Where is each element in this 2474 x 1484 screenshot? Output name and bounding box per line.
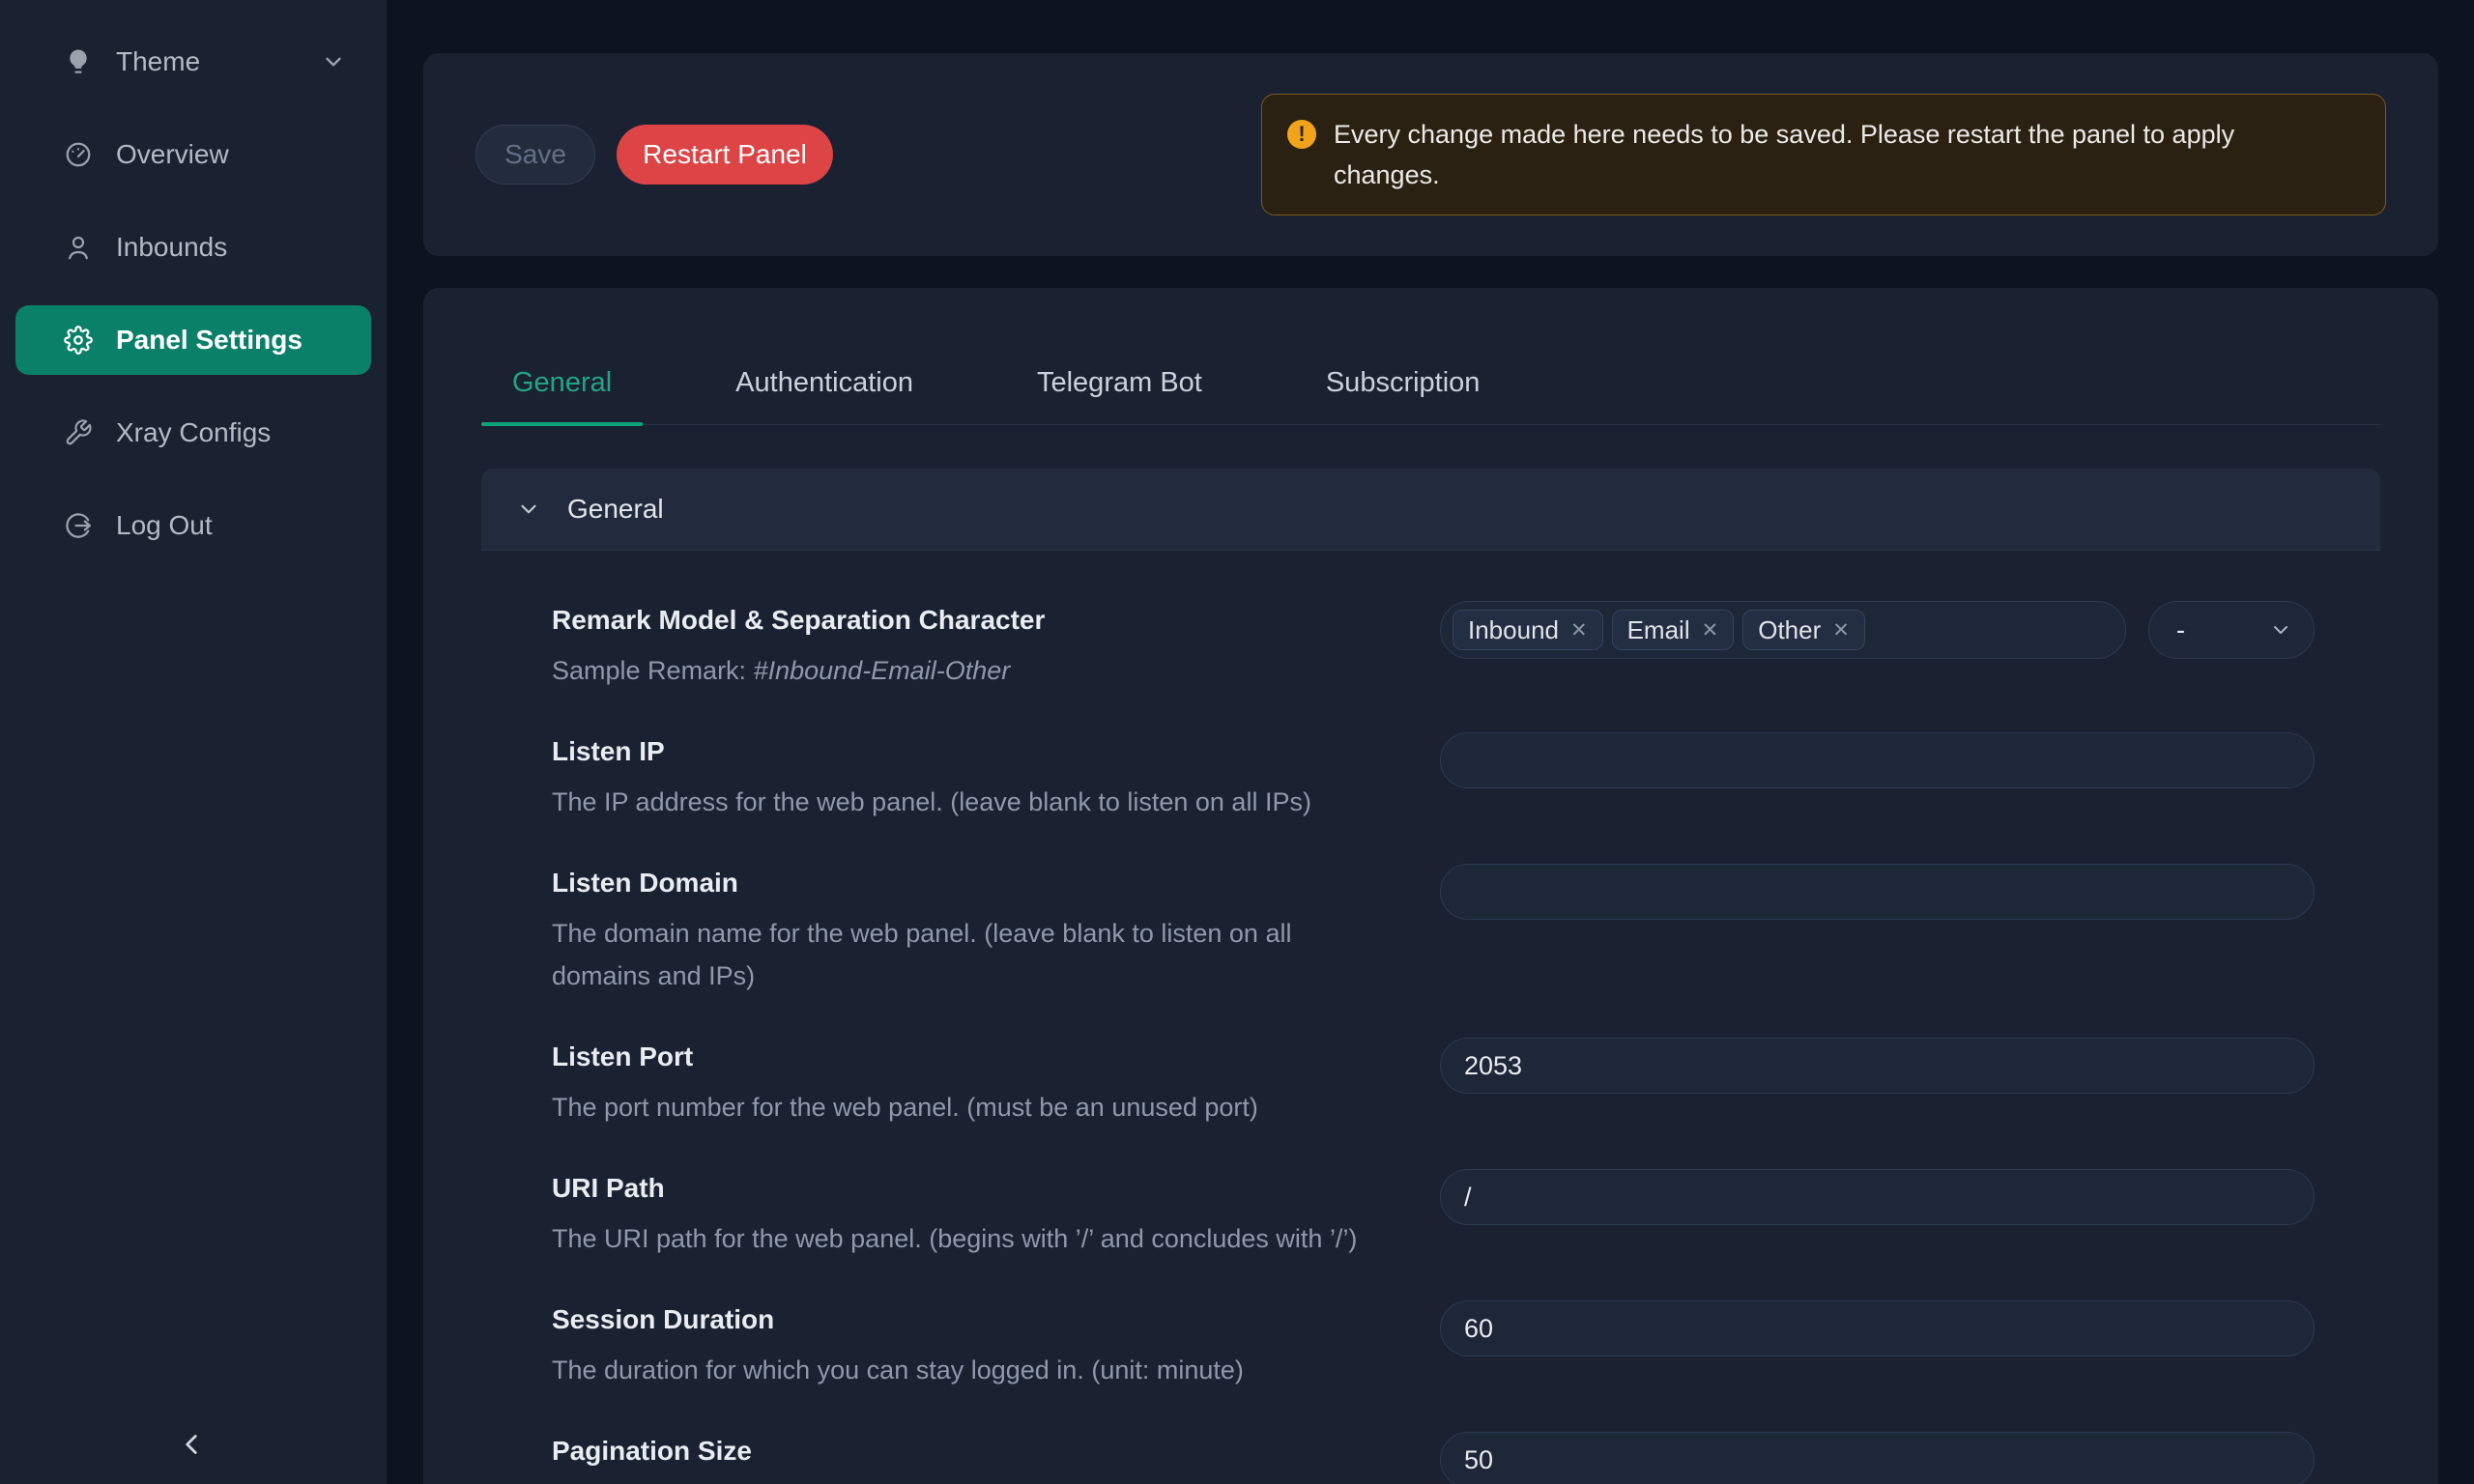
gear-icon — [64, 326, 93, 355]
tab-telegram-bot[interactable]: Telegram Bot — [1006, 367, 1233, 424]
warning-alert: ! Every change made here needs to be sav… — [1261, 94, 2386, 215]
sidebar-item-label: Inbounds — [116, 232, 227, 263]
field-description: The IP address for the web panel. (leave… — [552, 781, 1382, 823]
sidebar-item-theme[interactable]: Theme — [15, 27, 371, 97]
sidebar-item-label: Xray Configs — [116, 417, 271, 448]
remove-tag-icon[interactable]: ✕ — [1832, 620, 1850, 641]
form-row-remark-model: Remark Model & Separation Character Samp… — [552, 601, 2315, 692]
warning-icon: ! — [1287, 120, 1316, 149]
form-row-listen-port: Listen Port The port number for the web … — [552, 1038, 2315, 1128]
save-button[interactable]: Save — [475, 125, 595, 185]
settings-card: General Authentication Telegram Bot Subs… — [423, 288, 2438, 1484]
form-row-listen-domain: Listen Domain The domain name for the we… — [552, 864, 2315, 997]
sidebar-item-label: Panel Settings — [116, 325, 302, 356]
user-icon — [64, 233, 93, 262]
general-collapse-header[interactable]: General — [481, 469, 2380, 551]
form-row-pagination-size: Pagination Size — [552, 1432, 2315, 1484]
chevron-down-icon — [516, 497, 541, 522]
field-label: Listen Domain — [552, 864, 1382, 902]
separator-value: - — [2176, 615, 2185, 645]
gauge-icon — [64, 140, 93, 169]
field-label: Session Duration — [552, 1300, 1382, 1339]
field-label: Remark Model & Separation Character — [552, 601, 1382, 640]
remove-tag-icon[interactable]: ✕ — [1702, 620, 1719, 641]
actions-card: Save Restart Panel ! Every change made h… — [423, 53, 2438, 256]
wrench-icon — [64, 418, 93, 447]
general-collapse-panel: General Remark Model & Separation Charac… — [481, 469, 2380, 1484]
listen-port-input[interactable] — [1440, 1038, 2315, 1094]
sidebar-item-overview[interactable]: Overview — [15, 120, 371, 189]
tab-subscription[interactable]: Subscription — [1295, 367, 1511, 424]
main-content: Save Restart Panel ! Every change made h… — [387, 0, 2474, 1484]
sidebar-item-label: Overview — [116, 139, 229, 170]
uri-path-input[interactable] — [1440, 1169, 2315, 1225]
sidebar-item-panel-settings[interactable]: Panel Settings — [15, 305, 371, 375]
chevron-down-icon — [321, 49, 346, 74]
field-label: URI Path — [552, 1169, 1382, 1208]
remove-tag-icon[interactable]: ✕ — [1570, 620, 1588, 641]
sample-remark-value: #Inbound-Email-Other — [754, 656, 1011, 685]
sidebar-item-log-out[interactable]: Log Out — [15, 491, 371, 560]
sidebar-collapse-button[interactable] — [169, 1422, 214, 1467]
field-label: Listen Port — [552, 1038, 1382, 1076]
sidebar-item-xray-configs[interactable]: Xray Configs — [15, 398, 371, 468]
field-description: The duration for which you can stay logg… — [552, 1349, 1382, 1391]
field-label: Listen IP — [552, 732, 1382, 771]
field-description: The URI path for the web panel. (begins … — [552, 1217, 1382, 1260]
settings-tabs: General Authentication Telegram Bot Subs… — [481, 288, 2380, 425]
tab-general[interactable]: General — [481, 367, 643, 424]
collapse-panel-title: General — [567, 494, 664, 525]
sidebar: Theme Overview Inbounds Panel Settings — [0, 0, 387, 1484]
sidebar-item-label: Theme — [116, 46, 200, 77]
form-row-session-duration: Session Duration The duration for which … — [552, 1300, 2315, 1391]
form-row-listen-ip: Listen IP The IP address for the web pan… — [552, 732, 2315, 823]
session-duration-input[interactable] — [1440, 1300, 2315, 1356]
sidebar-item-label: Log Out — [116, 510, 213, 541]
sidebar-item-inbounds[interactable]: Inbounds — [15, 213, 371, 282]
tag-inbound: Inbound ✕ — [1453, 610, 1603, 650]
separator-select[interactable]: - — [2148, 601, 2315, 659]
tag-email: Email ✕ — [1612, 610, 1735, 650]
form-row-uri-path: URI Path The URI path for the web panel.… — [552, 1169, 2315, 1260]
field-description: The port number for the web panel. (must… — [552, 1086, 1382, 1128]
field-label: Pagination Size — [552, 1432, 1382, 1470]
pagination-size-input[interactable] — [1440, 1432, 2315, 1484]
chevron-down-icon — [2269, 618, 2292, 642]
tab-authentication[interactable]: Authentication — [705, 367, 944, 424]
tag-other: Other ✕ — [1742, 610, 1865, 650]
field-description: The domain name for the web panel. (leav… — [552, 912, 1382, 997]
remark-model-multiselect[interactable]: Inbound ✕ Email ✕ Other ✕ — [1440, 601, 2126, 659]
warning-alert-text: Every change made here needs to be saved… — [1334, 114, 2319, 195]
general-settings-form: Remark Model & Separation Character Samp… — [481, 551, 2380, 1484]
chevron-left-icon — [175, 1428, 208, 1461]
restart-panel-button[interactable]: Restart Panel — [617, 125, 833, 185]
listen-domain-input[interactable] — [1440, 864, 2315, 920]
logout-icon — [64, 511, 93, 540]
field-description: Sample Remark: #Inbound-Email-Other — [552, 649, 1382, 692]
listen-ip-input[interactable] — [1440, 732, 2315, 788]
bulb-icon — [64, 47, 93, 76]
